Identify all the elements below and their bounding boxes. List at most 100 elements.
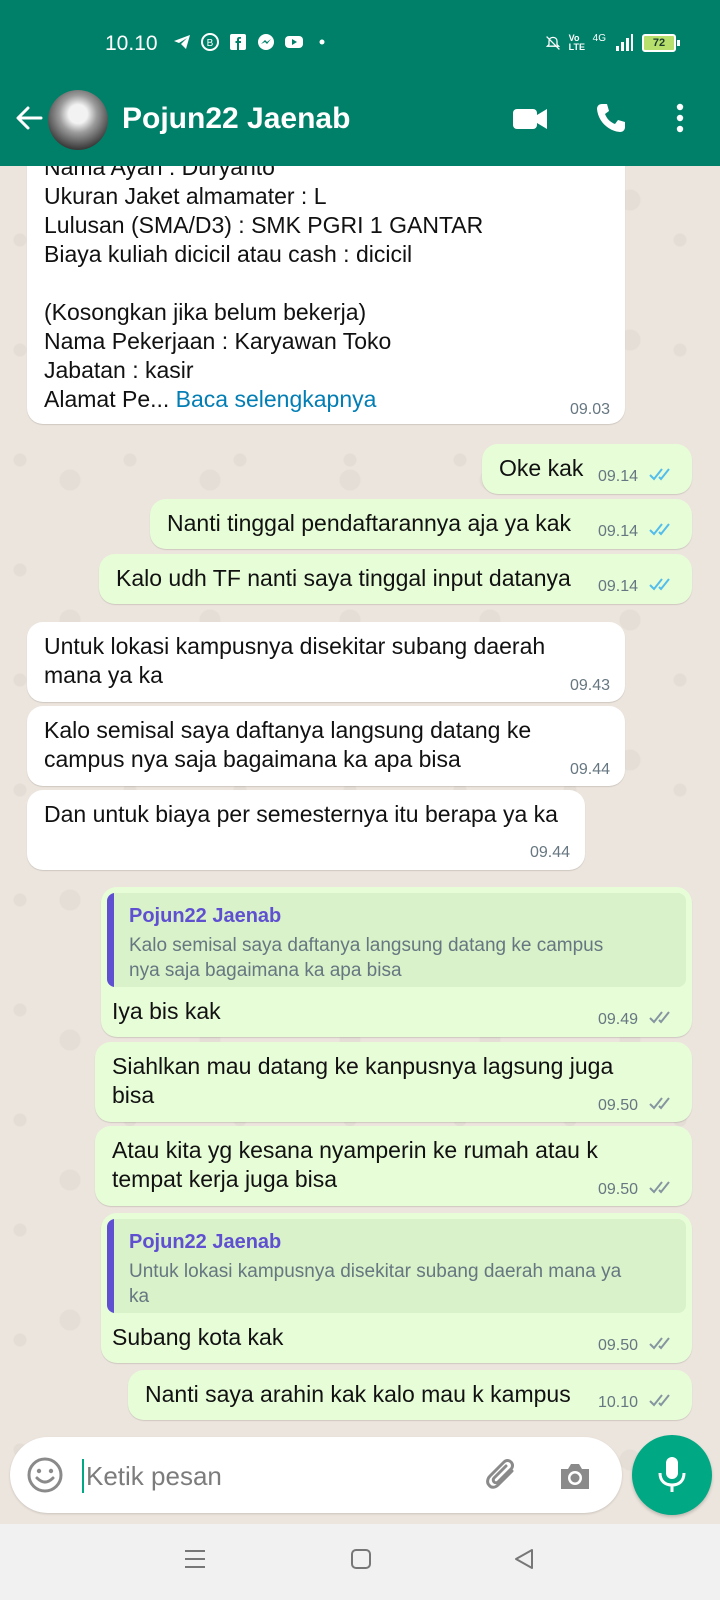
outgoing-message[interactable]: Nanti saya arahin kak kalo mau k kampus … [128, 1370, 692, 1420]
quoted-text: ka [129, 1286, 150, 1307]
message-text: Nanti saya arahin kak kalo mau k kampus [145, 1381, 571, 1407]
message-text: Ukuran Jaket almamater : L [44, 183, 327, 209]
more-options-icon[interactable] [670, 101, 690, 135]
delivered-receipt-icon [649, 1097, 670, 1110]
outgoing-message[interactable]: Atau kita yg kesana nyamperin ke rumah a… [95, 1126, 692, 1206]
outgoing-message[interactable]: Oke kak 09.14 [482, 444, 692, 494]
quoted-message[interactable]: Pojun22 Jaenab Kalo semisal saya daftany… [107, 893, 686, 987]
message-text: Kalo udh TF nanti saya tinggal input dat… [116, 565, 571, 591]
emoji-icon[interactable] [25, 1455, 65, 1495]
message-text: (Kosongkan jika belum bekerja) [44, 299, 367, 325]
incoming-message[interactable]: Nama Ayah : Duryanto Ukuran Jaket almama… [27, 150, 625, 424]
message-text: campus nya saja bagaimana ka apa bisa [44, 746, 461, 772]
message-time: 09.49 [598, 1011, 639, 1028]
message-text: Iya bis kak [112, 998, 221, 1024]
message-text: bisa [112, 1082, 155, 1108]
outgoing-message[interactable]: Siahlkan mau datang ke kanpusnya lagsung… [95, 1042, 692, 1122]
outgoing-message[interactable]: Nanti tinggal pendaftarannya aja ya kak … [150, 499, 692, 549]
system-navigation-bar [0, 1524, 720, 1600]
back-arrow-icon[interactable] [14, 103, 44, 133]
quoted-message[interactable]: Pojun22 Jaenab Untuk lokasi kampusnya di… [107, 1219, 686, 1313]
facebook-icon [230, 34, 246, 50]
mic-icon [658, 1457, 686, 1492]
message-text: Biaya kuliah dicicil atau cash : dicicil [44, 241, 413, 267]
message-time: 09.50 [598, 1181, 639, 1198]
system-icons: Vo LTE 4G 72 [545, 33, 680, 53]
contact-name[interactable]: Pojun22 Jaenab [122, 102, 350, 136]
message-text: Nama Pekerjaan : Karyawan Toko [44, 328, 392, 354]
outgoing-reply-message[interactable]: Pojun22 Jaenab Untuk lokasi kampusnya di… [101, 1213, 692, 1363]
contact-avatar[interactable] [48, 90, 108, 150]
message-text: mana ya ka [44, 662, 163, 688]
chat-header: 10.10 B Vo LTE 4G 72 Pojun22 Jaenab [0, 0, 720, 166]
notification-icons: B [172, 32, 332, 52]
read-more-link[interactable]: Baca selengkapnya [176, 386, 377, 412]
messenger-icon [258, 34, 274, 50]
battery-icon: 72 [642, 34, 680, 52]
battery-level: 72 [642, 34, 676, 52]
message-time: 09.44 [529, 844, 570, 861]
read-receipt-icon [649, 578, 670, 591]
delivered-receipt-icon [649, 1181, 670, 1194]
delivered-receipt-icon [649, 1011, 670, 1024]
read-receipt-icon [649, 468, 670, 481]
nav-back-icon[interactable] [511, 1546, 537, 1572]
delivered-receipt-icon [649, 1394, 670, 1407]
status-time: 10.10 [105, 32, 158, 55]
voice-record-button[interactable] [632, 1435, 712, 1515]
message-time: 09.14 [598, 523, 639, 540]
message-text: Alamat Pe... Baca selengkapnya [44, 385, 376, 414]
message-text: Siahlkan mau datang ke kanpusnya lagsung… [112, 1053, 614, 1079]
youtube-icon [285, 36, 303, 48]
message-composer [10, 1437, 622, 1513]
b-app-icon: B [201, 33, 219, 51]
message-time: 09.14 [598, 468, 639, 485]
more-notifications-dot-icon [319, 39, 325, 45]
message-time: 09.50 [598, 1097, 639, 1114]
quote-accent-bar [107, 1219, 114, 1313]
network-type: 4G [592, 32, 606, 44]
svg-text:B: B [207, 38, 214, 49]
chat-title-bar: Pojun22 Jaenab [0, 86, 720, 156]
message-text: Subang kota kak [112, 1324, 284, 1350]
message-text: Untuk lokasi kampusnya disekitar subang … [44, 633, 546, 659]
message-text: Jabatan : kasir [44, 357, 194, 383]
quote-accent-bar [107, 893, 114, 987]
incoming-message[interactable]: Untuk lokasi kampusnya disekitar subang … [27, 622, 625, 702]
outgoing-reply-message[interactable]: Pojun22 Jaenab Kalo semisal saya daftany… [101, 887, 692, 1037]
signal-strength-icon [616, 34, 633, 51]
mute-bell-icon [545, 36, 560, 50]
read-receipt-icon [649, 523, 670, 536]
telegram-icon [174, 35, 190, 49]
message-time: 09.43 [569, 677, 610, 694]
message-text: Lulusan (SMA/D3) : SMK PGRI 1 GANTAR [44, 212, 484, 238]
message-input[interactable] [84, 1455, 468, 1497]
incoming-message[interactable]: Dan untuk biaya per semesternya itu bera… [27, 790, 585, 870]
message-text: Atau kita yg kesana nyamperin ke rumah a… [112, 1137, 598, 1163]
camera-icon[interactable] [555, 1457, 595, 1497]
recent-apps-icon[interactable] [182, 1546, 208, 1572]
quoted-text: Untuk lokasi kampusnya disekitar subang … [129, 1261, 622, 1282]
quoted-text: Kalo semisal saya daftanya langsung data… [129, 935, 604, 956]
attach-icon[interactable] [484, 1457, 524, 1497]
message-text: tempat kerja juga bisa [112, 1166, 338, 1192]
home-icon[interactable] [348, 1546, 374, 1572]
message-time: 09.44 [569, 761, 610, 778]
video-call-icon[interactable] [511, 101, 549, 135]
message-time: 09.03 [569, 401, 610, 418]
outgoing-message[interactable]: Kalo udh TF nanti saya tinggal input dat… [99, 554, 692, 604]
message-time: 09.14 [598, 578, 639, 595]
message-text: Nanti tinggal pendaftarannya aja ya kak [167, 510, 572, 536]
message-time: 10.10 [598, 1394, 639, 1411]
message-text-truncated: Alamat Pe... [44, 386, 170, 412]
quoted-sender-name: Pojun22 Jaenab [129, 905, 282, 927]
voice-call-icon[interactable] [594, 101, 628, 135]
volte-indicator: Vo LTE [568, 33, 585, 52]
incoming-message[interactable]: Kalo semisal saya daftanya langsung data… [27, 706, 625, 786]
quoted-text: nya saja bagaimana ka apa bisa [129, 960, 402, 981]
message-text: Oke kak [499, 455, 584, 481]
message-text: Kalo semisal saya daftanya langsung data… [44, 717, 532, 743]
message-time: 09.50 [598, 1337, 639, 1354]
message-text: Dan untuk biaya per semesternya itu bera… [44, 801, 558, 827]
quoted-sender-name: Pojun22 Jaenab [129, 1231, 282, 1253]
